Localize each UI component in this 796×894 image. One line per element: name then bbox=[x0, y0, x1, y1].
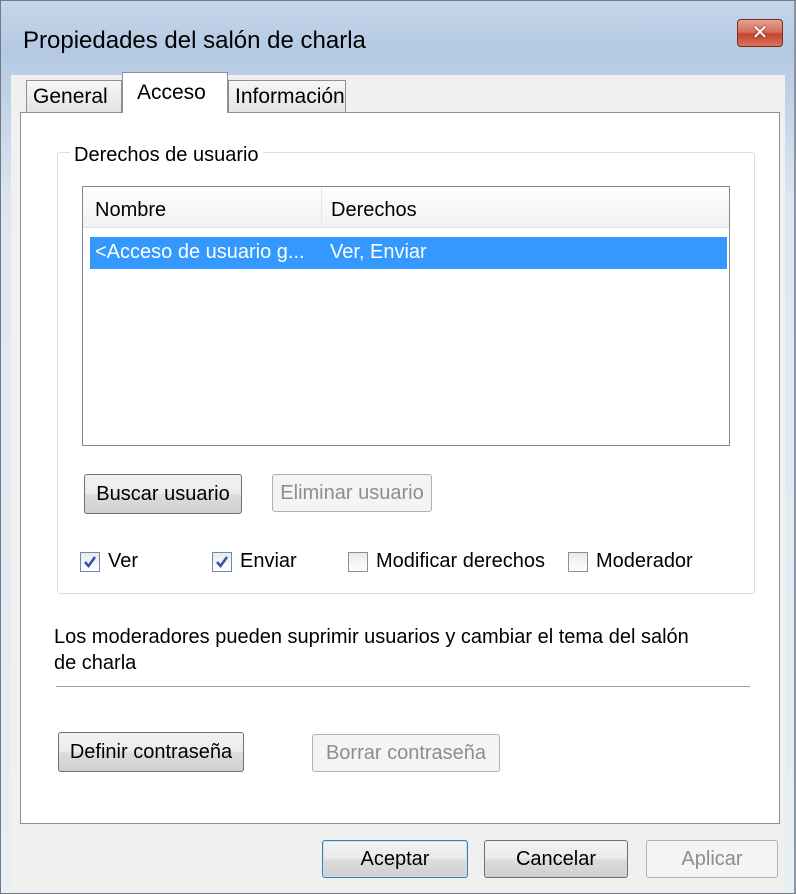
set-password-button[interactable]: Definir contraseña bbox=[58, 732, 244, 772]
column-header-nombre[interactable]: Nombre bbox=[95, 199, 166, 222]
checkbox-ver[interactable]: Ver bbox=[80, 550, 138, 573]
user-rights-list[interactable]: Nombre Derechos <Acceso de usuario g... … bbox=[82, 186, 730, 446]
column-separator[interactable] bbox=[321, 187, 322, 227]
checkbox-moderador[interactable]: Moderador bbox=[568, 550, 693, 573]
row-rights: Ver, Enviar bbox=[330, 241, 427, 263]
checkmark-icon bbox=[84, 555, 97, 568]
cancel-button[interactable]: Cancelar bbox=[484, 840, 628, 878]
tab-label: General bbox=[33, 85, 108, 108]
divider bbox=[56, 686, 750, 687]
checkbox-label: Enviar bbox=[240, 550, 297, 572]
title-bar[interactable]: Propiedades del salón de charla ✕ bbox=[1, 1, 794, 81]
clear-password-button[interactable]: Borrar contraseña bbox=[312, 734, 500, 772]
moderator-info-line-1: Los moderadores pueden suprimir usuarios… bbox=[54, 626, 689, 648]
tab-informacion[interactable]: Información bbox=[228, 80, 346, 113]
close-button[interactable]: ✕ bbox=[737, 19, 783, 47]
tab-label: Información bbox=[235, 85, 345, 108]
apply-button[interactable]: Aplicar bbox=[646, 840, 778, 878]
moderator-info-line-2: de charla bbox=[54, 652, 137, 674]
close-icon: ✕ bbox=[751, 22, 769, 44]
list-row[interactable]: <Acceso de usuario g... Ver, Enviar bbox=[90, 237, 727, 269]
checkbox-label: Ver bbox=[108, 550, 139, 572]
checkbox-box[interactable] bbox=[212, 551, 232, 572]
checkbox-box[interactable] bbox=[80, 551, 100, 572]
checkbox-label: Moderador bbox=[596, 550, 693, 572]
user-rights-group-label: Derechos de usuario bbox=[70, 144, 263, 167]
remove-user-button[interactable]: Eliminar usuario bbox=[272, 474, 432, 512]
search-user-button[interactable]: Buscar usuario bbox=[84, 474, 242, 514]
column-header-derechos[interactable]: Derechos bbox=[331, 199, 417, 222]
checkbox-modificar-derechos[interactable]: Modificar derechos bbox=[348, 550, 545, 573]
row-name: <Acceso de usuario g... bbox=[95, 241, 305, 263]
checkbox-box[interactable] bbox=[568, 551, 588, 572]
checkmark-icon bbox=[216, 555, 229, 568]
list-header: Nombre Derechos bbox=[83, 187, 729, 228]
tab-acceso[interactable]: Acceso bbox=[122, 72, 228, 113]
tab-label: Acceso bbox=[137, 81, 206, 104]
checkbox-label: Modificar derechos bbox=[376, 550, 545, 572]
ok-button[interactable]: Aceptar bbox=[322, 840, 468, 878]
checkbox-box[interactable] bbox=[348, 551, 368, 572]
window-title: Propiedades del salón de charla bbox=[23, 27, 366, 54]
checkbox-enviar[interactable]: Enviar bbox=[212, 550, 297, 573]
tab-general[interactable]: General bbox=[26, 80, 122, 113]
